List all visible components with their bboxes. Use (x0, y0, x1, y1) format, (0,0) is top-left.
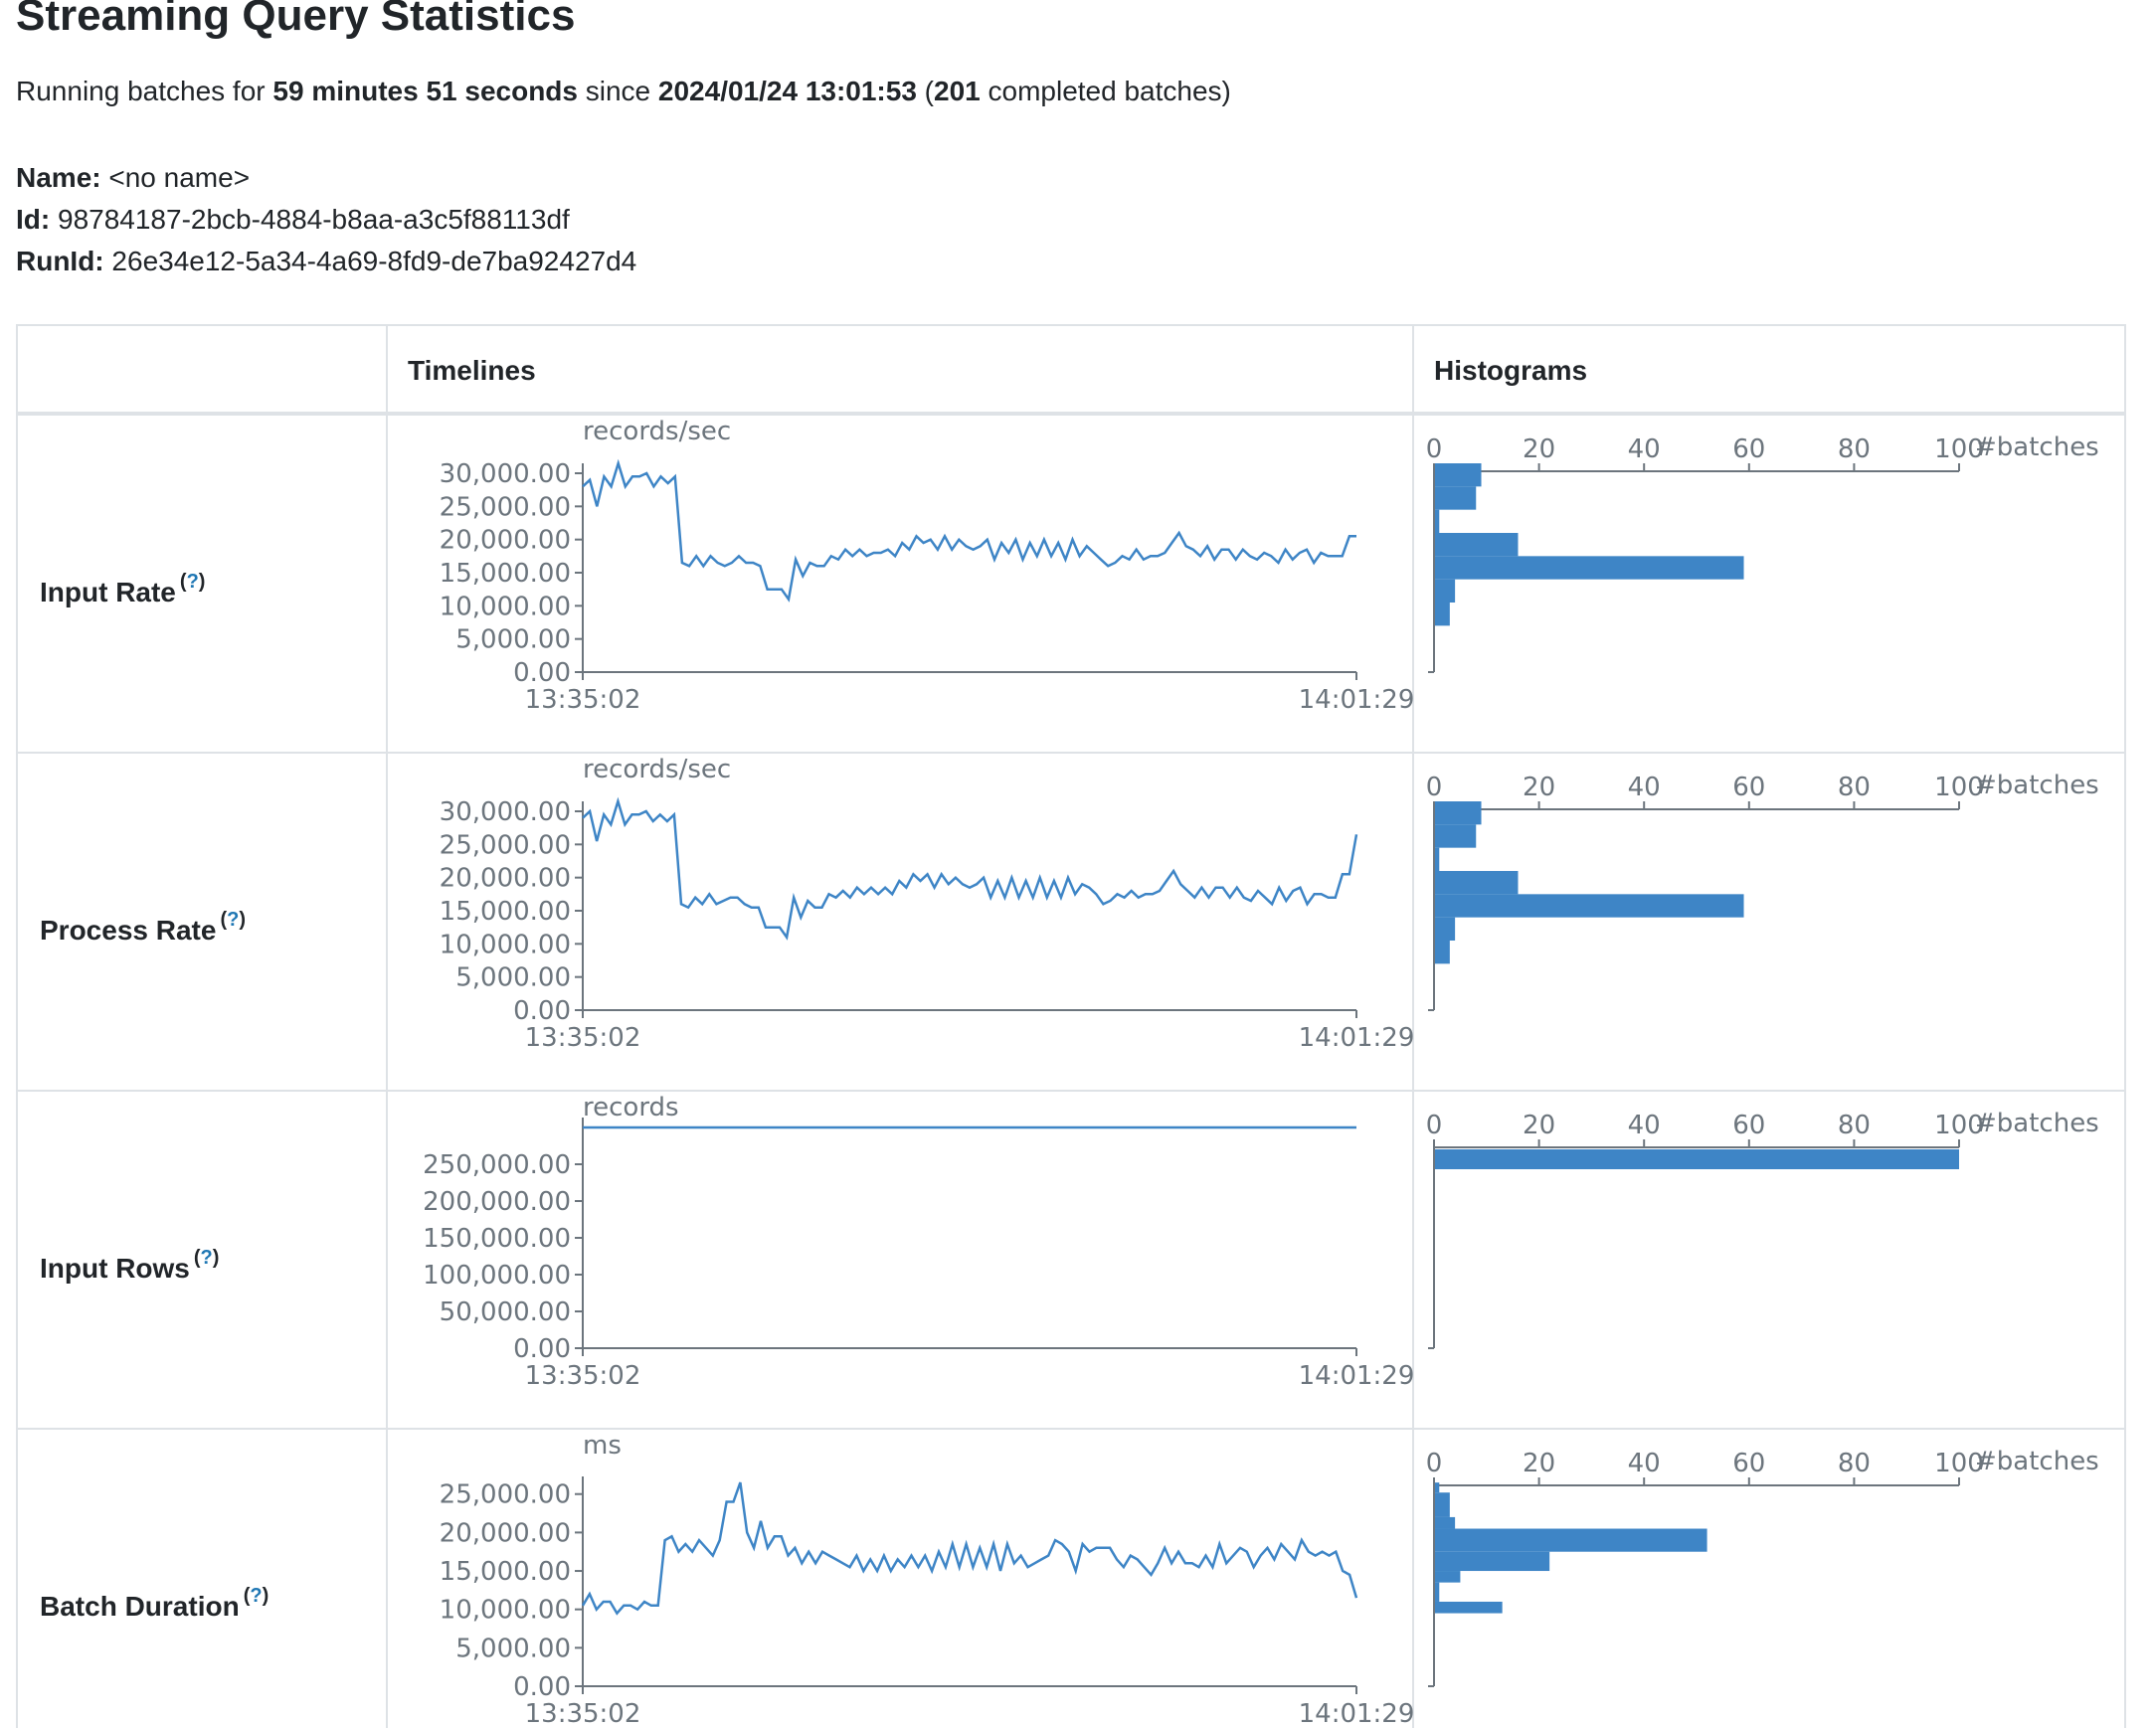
histogram-bar (1435, 801, 1482, 825)
timeline-y-tick-label: 5,000.00 (455, 625, 571, 655)
timeline-y-tick-label: 25,000.00 (440, 492, 571, 522)
timeline-y-tick-label: 0.00 (513, 658, 571, 688)
timeline-y-tick-label: 50,000.00 (440, 1297, 571, 1327)
histogram-bar (1435, 556, 1744, 580)
timeline-y-tick-label: 30,000.00 (440, 797, 571, 827)
timeline-x-end-label: 14:01:29 (1299, 1699, 1415, 1728)
timeline-y-tick-label: 20,000.00 (440, 526, 571, 556)
histogram-bar (1435, 1551, 1550, 1572)
histogram-bar (1435, 579, 1456, 603)
timeline-y-tick-label: 0.00 (513, 996, 571, 1026)
histogram-x-tick-label: 40 (1628, 1449, 1661, 1478)
histogram-x-tick-label: 0 (1426, 1449, 1443, 1478)
histogram-x-axis-label: #batches (1975, 432, 2099, 462)
timeline-unit-label: ms (583, 1431, 622, 1461)
timeline-x-start-label: 13:35:02 (525, 1023, 641, 1053)
histogram-x-tick-label: 80 (1838, 773, 1871, 802)
histogram-bar (1435, 894, 1744, 918)
histogram-x-tick-label: 60 (1732, 1111, 1765, 1140)
timeline-series-line (582, 796, 1358, 941)
histogram-x-axis-label: #batches (1975, 1447, 2099, 1476)
histogram-bar (1435, 1601, 1503, 1614)
histogram-x-axis-label: #batches (1975, 771, 2099, 800)
histogram-x-tick-label: 60 (1732, 1449, 1765, 1478)
timeline-unit-label: records/sec (583, 755, 731, 784)
histogram-x-axis-label: #batches (1975, 1109, 2099, 1138)
histogram-bar (1435, 486, 1477, 510)
timeline-y-tick-label: 20,000.00 (440, 1518, 571, 1548)
histogram-x-tick-label: 0 (1426, 773, 1443, 802)
histogram-x-tick-label: 20 (1523, 1111, 1555, 1140)
histogram-bar (1435, 1528, 1707, 1552)
timeline-x-start-label: 13:35:02 (525, 1361, 641, 1391)
charts-layer: records/sec0.005,000.0010,000.0015,000.0… (423, 417, 2099, 1728)
timeline-x-end-label: 14:01:29 (1299, 1023, 1415, 1053)
histogram-x-tick-label: 0 (1426, 434, 1443, 464)
histogram-x-tick-label: 20 (1523, 773, 1555, 802)
histogram-x-tick-label: 0 (1426, 1111, 1443, 1140)
timeline-x-start-label: 13:35:02 (525, 685, 641, 715)
histogram-x-tick-label: 40 (1628, 434, 1661, 464)
timeline-unit-label: records/sec (583, 417, 731, 446)
histogram-bar (1435, 871, 1519, 895)
histogram-x-tick-label: 60 (1732, 434, 1765, 464)
timeline-y-tick-label: 250,000.00 (423, 1150, 571, 1180)
histogram-x-tick-label: 60 (1732, 773, 1765, 802)
histogram-bar (1435, 533, 1519, 557)
timeline-unit-label: records (583, 1093, 679, 1123)
histogram-x-tick-label: 40 (1628, 1111, 1661, 1140)
histogram-bar (1435, 1571, 1461, 1583)
histogram-bar (1435, 824, 1477, 848)
timeline-y-tick-label: 10,000.00 (440, 930, 571, 959)
timeline-y-tick-label: 100,000.00 (423, 1261, 571, 1291)
histogram-bar (1435, 603, 1450, 626)
histogram-bar (1435, 509, 1440, 533)
timeline-y-tick-label: 0.00 (513, 1672, 571, 1702)
timeline-x-end-label: 14:01:29 (1299, 1361, 1415, 1391)
histogram-bar (1435, 1492, 1450, 1517)
histogram-bar (1435, 1482, 1440, 1493)
timeline-y-tick-label: 5,000.00 (455, 1634, 571, 1663)
timeline-y-tick-label: 20,000.00 (440, 864, 571, 894)
histogram-bar (1435, 917, 1456, 941)
histogram-x-tick-label: 40 (1628, 773, 1661, 802)
timeline-y-tick-label: 5,000.00 (455, 963, 571, 993)
timeline-y-tick-label: 200,000.00 (423, 1187, 571, 1217)
histogram-bar (1435, 1582, 1440, 1602)
histogram-bar (1435, 463, 1482, 487)
histogram-x-tick-label: 20 (1523, 1449, 1555, 1478)
timeline-y-tick-label: 15,000.00 (440, 897, 571, 927)
timeline-y-tick-label: 10,000.00 (440, 1596, 571, 1626)
histogram-x-tick-label: 80 (1838, 434, 1871, 464)
histogram-x-tick-label: 80 (1838, 1449, 1871, 1478)
timeline-x-start-label: 13:35:02 (525, 1699, 641, 1728)
histogram-bar (1435, 941, 1450, 964)
timeline-y-tick-label: 15,000.00 (440, 1557, 571, 1587)
timeline-y-tick-label: 25,000.00 (440, 830, 571, 860)
timeline-series-line (582, 458, 1356, 603)
histogram-x-tick-label: 20 (1523, 434, 1555, 464)
timeline-series-line (581, 1481, 1358, 1616)
timeline-y-tick-label: 15,000.00 (440, 559, 571, 589)
histogram-bar (1435, 1149, 1959, 1169)
timeline-y-tick-label: 0.00 (513, 1334, 571, 1364)
histogram-x-tick-label: 80 (1838, 1111, 1871, 1140)
histogram-bar (1435, 1516, 1456, 1529)
timeline-y-tick-label: 150,000.00 (423, 1224, 571, 1254)
histogram-bar (1435, 847, 1440, 871)
timeline-y-tick-label: 25,000.00 (440, 1480, 571, 1510)
timeline-y-tick-label: 10,000.00 (440, 592, 571, 621)
timeline-x-end-label: 14:01:29 (1299, 685, 1415, 715)
timeline-y-tick-label: 30,000.00 (440, 459, 571, 489)
